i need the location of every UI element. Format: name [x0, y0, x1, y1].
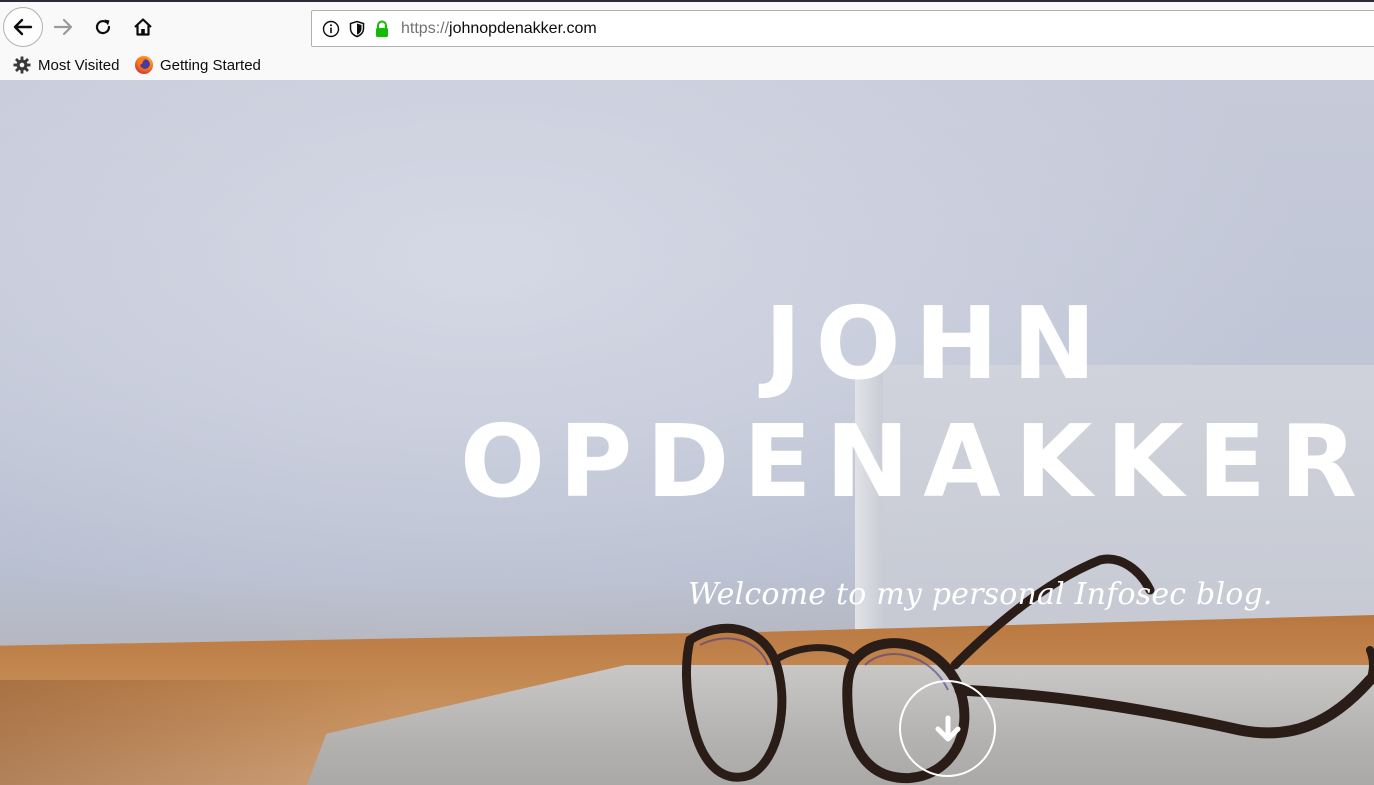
firefox-logo-icon	[134, 55, 154, 75]
bookmark-label: Most Visited	[38, 56, 120, 74]
arrow-down-icon	[935, 715, 960, 741]
info-icon[interactable]	[321, 19, 341, 39]
url-host: johnopdenakker.com	[449, 20, 597, 37]
hero-title-first-name: JOHN	[764, 285, 1110, 402]
url-text[interactable]: https://johnopdenakker.com	[401, 20, 597, 38]
forward-button[interactable]	[44, 8, 82, 46]
browser-toolbar: https://johnopdenakker.com Most Visited	[0, 0, 1374, 82]
bookmark-getting-started[interactable]: Getting Started	[134, 54, 261, 76]
scroll-down-button[interactable]	[899, 680, 996, 777]
url-scheme: https://	[401, 20, 450, 37]
hero-title-last-name: OPDENAKKER	[460, 403, 1371, 520]
reload-button[interactable]	[84, 8, 122, 46]
back-button[interactable]	[3, 7, 43, 47]
gear-icon	[12, 55, 32, 75]
home-icon	[134, 18, 152, 36]
arrow-left-icon	[13, 18, 33, 36]
home-button[interactable]	[124, 8, 162, 46]
bookmark-label: Getting Started	[160, 56, 261, 74]
reload-icon	[95, 19, 111, 35]
address-bar[interactable]: https://johnopdenakker.com	[311, 10, 1374, 47]
shield-icon[interactable]	[347, 19, 367, 39]
lock-icon[interactable]	[372, 19, 392, 39]
hero-subtitle: Welcome to my personal Infosec blog.	[688, 577, 1273, 612]
hero-section: JOHN OPDENAKKER Welcome to my personal I…	[0, 80, 1374, 785]
bookmark-most-visited[interactable]: Most Visited	[12, 54, 119, 76]
hero-title: JOHN OPDENAKKER	[460, 285, 1360, 521]
arrow-right-icon	[53, 18, 73, 36]
